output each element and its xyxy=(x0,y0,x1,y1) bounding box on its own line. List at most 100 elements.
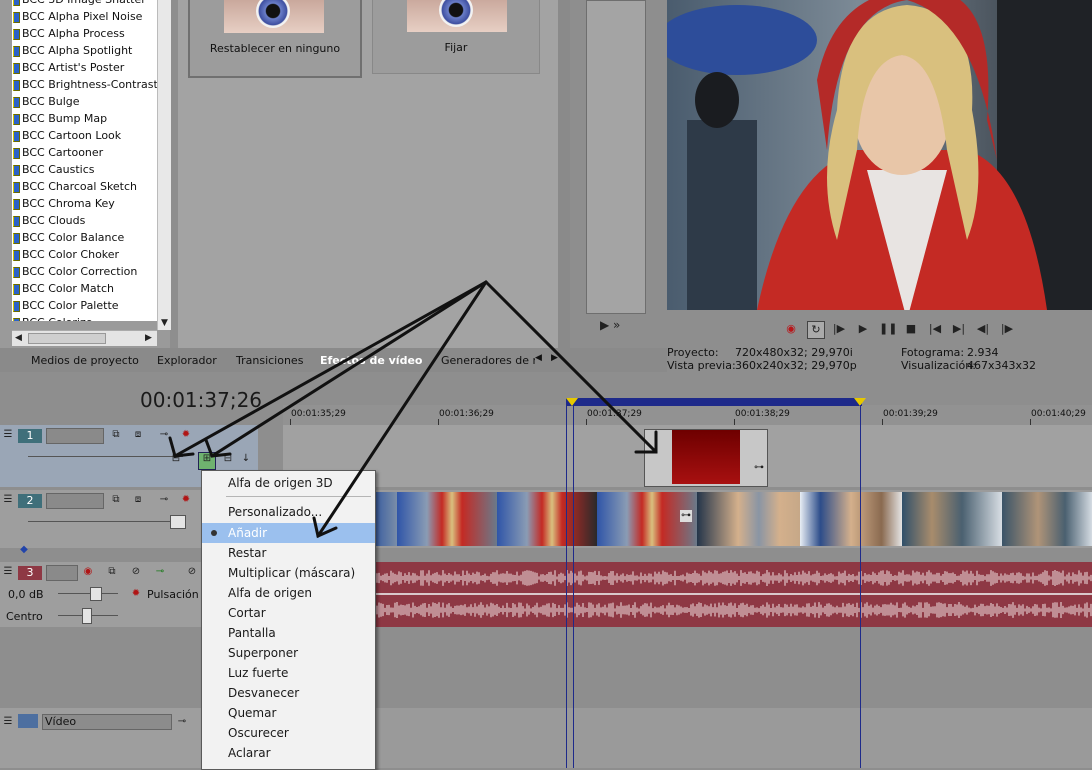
event-pan-crop-icon[interactable]: ⊶ xyxy=(753,462,765,474)
effects-list[interactable]: BCC 3D Image ShatterBCC Alpha Pixel Nois… xyxy=(12,0,157,321)
mute-icon[interactable]: ✹ xyxy=(180,429,192,441)
effects-list-item[interactable]: BCC Color Palette xyxy=(12,297,157,314)
effects-list-item[interactable]: BCC Color Match xyxy=(12,280,157,297)
menu-item-burn[interactable]: Quemar xyxy=(202,703,375,723)
track-fx-icon[interactable]: ⊘ xyxy=(130,566,142,578)
track-expand-icon[interactable]: ☰ xyxy=(2,429,14,441)
loop-start-marker-icon[interactable] xyxy=(566,398,578,406)
preset-fijar[interactable]: Fijar xyxy=(372,0,540,74)
effects-list-item[interactable]: BCC Bulge xyxy=(12,93,157,110)
effects-list-item[interactable]: BCC Color Balance xyxy=(12,229,157,246)
effects-list-item[interactable]: BCC Cartooner xyxy=(12,144,157,161)
effects-list-item[interactable]: BCC Brightness-Contrast xyxy=(12,76,157,93)
effects-list-item[interactable]: BCC Alpha Spotlight xyxy=(12,42,157,59)
menu-item-source-alpha-3d[interactable]: Alfa de origen 3D xyxy=(202,473,375,493)
scroll-left-icon[interactable]: ◀ xyxy=(15,333,22,343)
invert-phase-icon[interactable]: ⧉ xyxy=(106,566,118,578)
effects-list-item[interactable]: BCC Color Choker xyxy=(12,246,157,263)
track-level-slider[interactable] xyxy=(28,521,183,522)
video-event[interactable]: ⊶ xyxy=(644,429,768,487)
menu-item-hard-light[interactable]: Luz fuerte xyxy=(202,663,375,683)
go-to-start-icon[interactable]: |◀ xyxy=(927,321,943,337)
scroll-down-icon[interactable]: ▼ xyxy=(161,318,168,328)
effects-list-item[interactable]: BCC Colorize xyxy=(12,314,157,321)
menu-item-multiply[interactable]: Multiplicar (máscara) xyxy=(202,563,375,583)
track-motion-icon[interactable]: ⧉ xyxy=(110,494,122,506)
prev-frame-icon[interactable]: ◀| xyxy=(975,321,991,337)
effects-list-item[interactable]: BCC Charcoal Sketch xyxy=(12,178,157,195)
volume-slider-thumb[interactable] xyxy=(90,587,102,601)
effects-list-vertical-scrollbar[interactable]: ▼ xyxy=(157,0,171,330)
playhead-cursor[interactable] xyxy=(573,405,574,768)
tab-explorer[interactable]: Explorador xyxy=(157,351,217,371)
tab-video-effects[interactable]: Efectos de vídeo xyxy=(320,351,422,371)
menu-item-subtract[interactable]: Restar xyxy=(202,543,375,563)
track-compositing-icon[interactable]: ⊸ xyxy=(176,716,188,728)
track-compositing-icon[interactable]: ⊸ xyxy=(158,494,170,506)
effects-list-item[interactable]: BCC Cartoon Look xyxy=(12,127,157,144)
scroll-thumb[interactable] xyxy=(28,333,106,344)
menu-item-cut[interactable]: Cortar xyxy=(202,603,375,623)
pan-icon[interactable]: ✹ xyxy=(130,588,142,600)
play-icon[interactable]: ▶ xyxy=(855,321,871,337)
track-name-field[interactable] xyxy=(46,565,78,581)
track-fx-icon[interactable]: ⧈ xyxy=(132,429,144,441)
expand-arrow-icon[interactable]: ↓ xyxy=(240,453,252,465)
menu-item-darken[interactable]: Oscurecer xyxy=(202,723,375,743)
track-motion-icon[interactable]: ⧉ xyxy=(110,429,122,441)
pan-slider-thumb[interactable] xyxy=(82,608,92,624)
menu-item-source-alpha[interactable]: Alfa de origen xyxy=(202,583,375,603)
track-level-slider[interactable] xyxy=(28,456,183,457)
effects-list-item[interactable]: BCC Chroma Key xyxy=(12,195,157,212)
loop-icon[interactable]: ↻ xyxy=(807,321,825,339)
track-expand-icon[interactable]: ☰ xyxy=(2,566,14,578)
track-expand-icon[interactable]: ☰ xyxy=(2,494,14,506)
preset-reset[interactable]: Restablecer en ninguno xyxy=(188,0,362,78)
track-name-field[interactable] xyxy=(46,428,104,444)
record-icon[interactable]: ◉ xyxy=(783,321,799,337)
panel-splitter[interactable] xyxy=(558,0,570,348)
automation-icon[interactable]: ⊸ xyxy=(154,566,166,578)
loop-region-bar[interactable] xyxy=(566,398,862,406)
scroll-right-icon[interactable]: ▶ xyxy=(145,333,152,343)
trimmer-bar[interactable] xyxy=(586,0,646,314)
event-pan-crop-icon[interactable]: ⊶ xyxy=(680,510,692,522)
volume-slider[interactable] xyxy=(58,593,118,594)
compositing-mode-icon[interactable]: ⊟ xyxy=(170,453,182,465)
play-forward-icon[interactable]: ▶ » xyxy=(600,318,620,332)
menu-item-custom[interactable]: Personalizado... xyxy=(202,502,375,522)
stop-icon[interactable]: ■ xyxy=(903,321,919,337)
go-to-end-icon[interactable]: ▶| xyxy=(951,321,967,337)
menu-item-dodge[interactable]: Desvanecer xyxy=(202,683,375,703)
menu-item-overlay[interactable]: Superponer xyxy=(202,643,375,663)
make-compositing-child-icon[interactable]: ⊟ xyxy=(222,453,234,465)
track-lane-video[interactable] xyxy=(283,708,1092,768)
slider-thumb[interactable] xyxy=(170,515,186,529)
track-lane-3-audio[interactable] xyxy=(375,562,1092,627)
effects-list-item[interactable]: BCC Alpha Pixel Noise xyxy=(12,8,157,25)
track-lane-2[interactable]: ⊶ xyxy=(375,490,1092,548)
menu-item-screen[interactable]: Pantalla xyxy=(202,623,375,643)
effects-list-item[interactable]: BCC Caustics xyxy=(12,161,157,178)
track-expand-icon[interactable]: ☰ xyxy=(2,716,14,728)
effects-list-item[interactable]: BCC Bump Map xyxy=(12,110,157,127)
play-from-start-icon[interactable]: |▶ xyxy=(831,321,847,337)
timeline-ruler[interactable]: 00:01:35;29 00:01:36;29 00:01:37;29 00:0… xyxy=(283,405,1092,425)
track-name-field[interactable]: Vídeo xyxy=(42,714,172,730)
track-lane-1[interactable]: ⊶ xyxy=(283,425,1092,487)
tab-media-generators[interactable]: Generadores de m xyxy=(441,351,535,371)
parent-composite-mode-icon[interactable]: ⊞ xyxy=(198,452,216,470)
mute-icon[interactable]: ✹ xyxy=(180,494,192,506)
effects-list-item[interactable]: BCC Color Correction xyxy=(12,263,157,280)
tab-project-media[interactable]: Medios de proyecto xyxy=(31,351,139,371)
mute-icon[interactable]: ⊘ xyxy=(186,566,198,578)
effects-list-horizontal-scrollbar[interactable]: ◀ ▶ xyxy=(12,330,157,346)
tab-transitions[interactable]: Transiciones xyxy=(236,351,303,371)
effects-list-item[interactable]: BCC Alpha Process xyxy=(12,25,157,42)
next-frame-icon[interactable]: |▶ xyxy=(999,321,1015,337)
arm-record-icon[interactable]: ◉ xyxy=(82,566,94,578)
menu-item-lighten[interactable]: Aclarar xyxy=(202,743,375,763)
menu-item-add[interactable]: Añadir xyxy=(202,523,375,543)
tab-scroll-right-icon[interactable]: ▶ xyxy=(551,353,558,363)
track-name-field[interactable] xyxy=(46,493,104,509)
